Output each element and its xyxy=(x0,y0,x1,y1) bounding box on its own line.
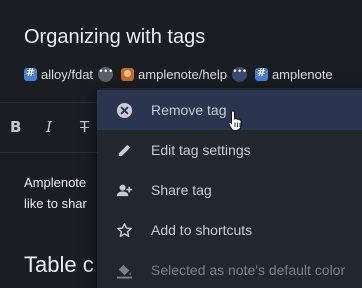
tag-options-button[interactable]: ••• xyxy=(98,66,113,82)
strikethrough-button[interactable]: T xyxy=(80,118,89,136)
tag-list: alloy/fdat ••• amplenote/help ••• amplen… xyxy=(24,64,338,84)
hash-tag-icon xyxy=(24,66,37,81)
bold-button[interactable]: B xyxy=(10,118,21,136)
note-title[interactable]: Organizing with tags xyxy=(24,26,205,49)
note-heading: Table c xyxy=(24,252,94,277)
hand-cursor-icon xyxy=(228,110,242,131)
tag-options-button[interactable]: ••• xyxy=(231,66,247,82)
menu-item-share-tag[interactable]: Share tag xyxy=(97,170,362,210)
tag-amplenote[interactable]: amplenote xyxy=(254,66,333,82)
menu-item-label: Edit tag settings xyxy=(151,142,251,158)
tag-label: amplenote xyxy=(271,66,333,82)
menu-item-edit-tag-settings[interactable]: Edit tag settings xyxy=(97,130,362,170)
paint-bucket-icon xyxy=(116,262,133,279)
pencil-icon xyxy=(116,142,133,159)
more-dots-icon: ••• xyxy=(232,66,247,77)
menu-item-default-color: Selected as note's default color xyxy=(97,250,362,288)
menu-item-label: Add to shortcuts xyxy=(151,222,253,238)
menu-item-label: Selected as note's default color xyxy=(151,262,346,278)
star-icon xyxy=(116,222,133,239)
menu-item-add-to-shortcuts[interactable]: Add to shortcuts xyxy=(97,210,362,250)
person-add-icon xyxy=(116,182,133,199)
shared-tag-icon xyxy=(121,67,135,81)
tag-amplenote-help[interactable]: amplenote/help xyxy=(121,67,227,82)
note-body[interactable]: Amplenote like to shar xyxy=(24,172,87,214)
body-line: Amplenote xyxy=(24,175,87,190)
tag-label: alloy/fdat xyxy=(41,66,94,82)
tag-alloy-fdat[interactable]: alloy/fdat xyxy=(24,66,94,82)
menu-item-label: Remove tag xyxy=(151,102,227,118)
italic-button[interactable]: I xyxy=(46,118,52,136)
more-dots-icon: ••• xyxy=(98,66,113,77)
hash-tag-icon xyxy=(254,66,268,81)
tag-label: amplenote/help xyxy=(138,66,227,82)
menu-item-label: Share tag xyxy=(151,182,212,198)
remove-circle-icon xyxy=(116,102,133,119)
body-line: like to shar xyxy=(24,196,87,211)
